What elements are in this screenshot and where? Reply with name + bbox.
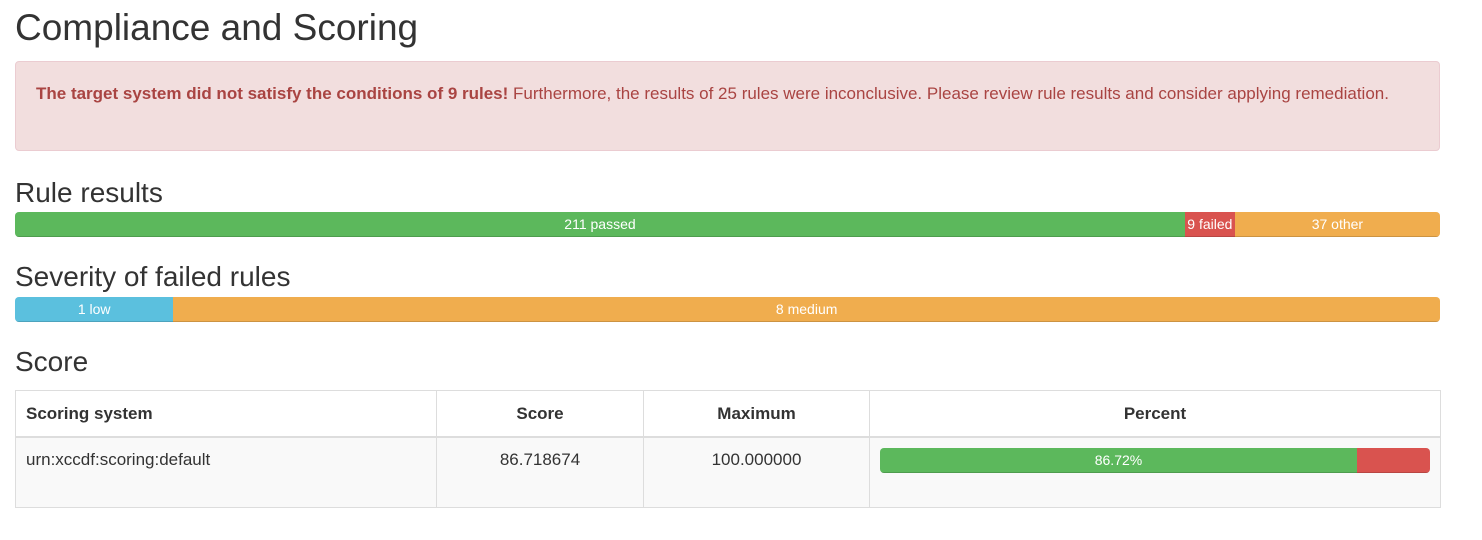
severity-segment: 8 medium: [173, 297, 1440, 322]
score-table-header-row: Scoring system Score Maximum Percent: [15, 390, 1441, 438]
cell-scoring-system: urn:xccdf:scoring:default: [15, 436, 437, 508]
header-maximum: Maximum: [643, 390, 870, 438]
alert-strong-text: The target system did not satisfy the co…: [36, 84, 509, 103]
alert-text: Furthermore, the results of 25 rules wer…: [508, 84, 1389, 103]
score-percent-progress-bar: 86.72%: [880, 448, 1430, 473]
rule-results-segment: 9 failed: [1184, 212, 1235, 237]
rule-results-segment: 37 other: [1234, 212, 1440, 237]
score-pass-segment: 86.72%: [880, 448, 1357, 473]
header-scoring-system: Scoring system: [15, 390, 437, 438]
cell-maximum: 100.000000: [643, 436, 870, 508]
header-score: Score: [436, 390, 644, 438]
severity-progress-bar: 1 low 8 medium: [15, 297, 1440, 322]
cell-percent: 86.72%: [869, 436, 1441, 508]
rule-results-title: Rule results: [15, 177, 163, 208]
table-row: urn:xccdf:scoring:default 86.718674 100.…: [15, 436, 1441, 508]
score-title: Score: [15, 346, 89, 377]
compliance-scoring-section: Compliance and Scoring The target system…: [15, 0, 1441, 508]
header-percent: Percent: [869, 390, 1441, 438]
rule-results-progress-bar: 211 passed 9 failed 37 other: [15, 212, 1440, 237]
page-title: Compliance and Scoring: [15, 7, 419, 48]
failure-alert: The target system did not satisfy the co…: [15, 61, 1440, 151]
cell-score: 86.718674: [436, 436, 644, 508]
severity-segment: 1 low: [15, 297, 174, 322]
rule-results-segment: 211 passed: [15, 212, 1185, 237]
severity-title: Severity of failed rules: [15, 261, 291, 292]
score-fail-segment: [1356, 448, 1430, 473]
score-table: Scoring system Score Maximum Percent urn…: [15, 390, 1441, 508]
